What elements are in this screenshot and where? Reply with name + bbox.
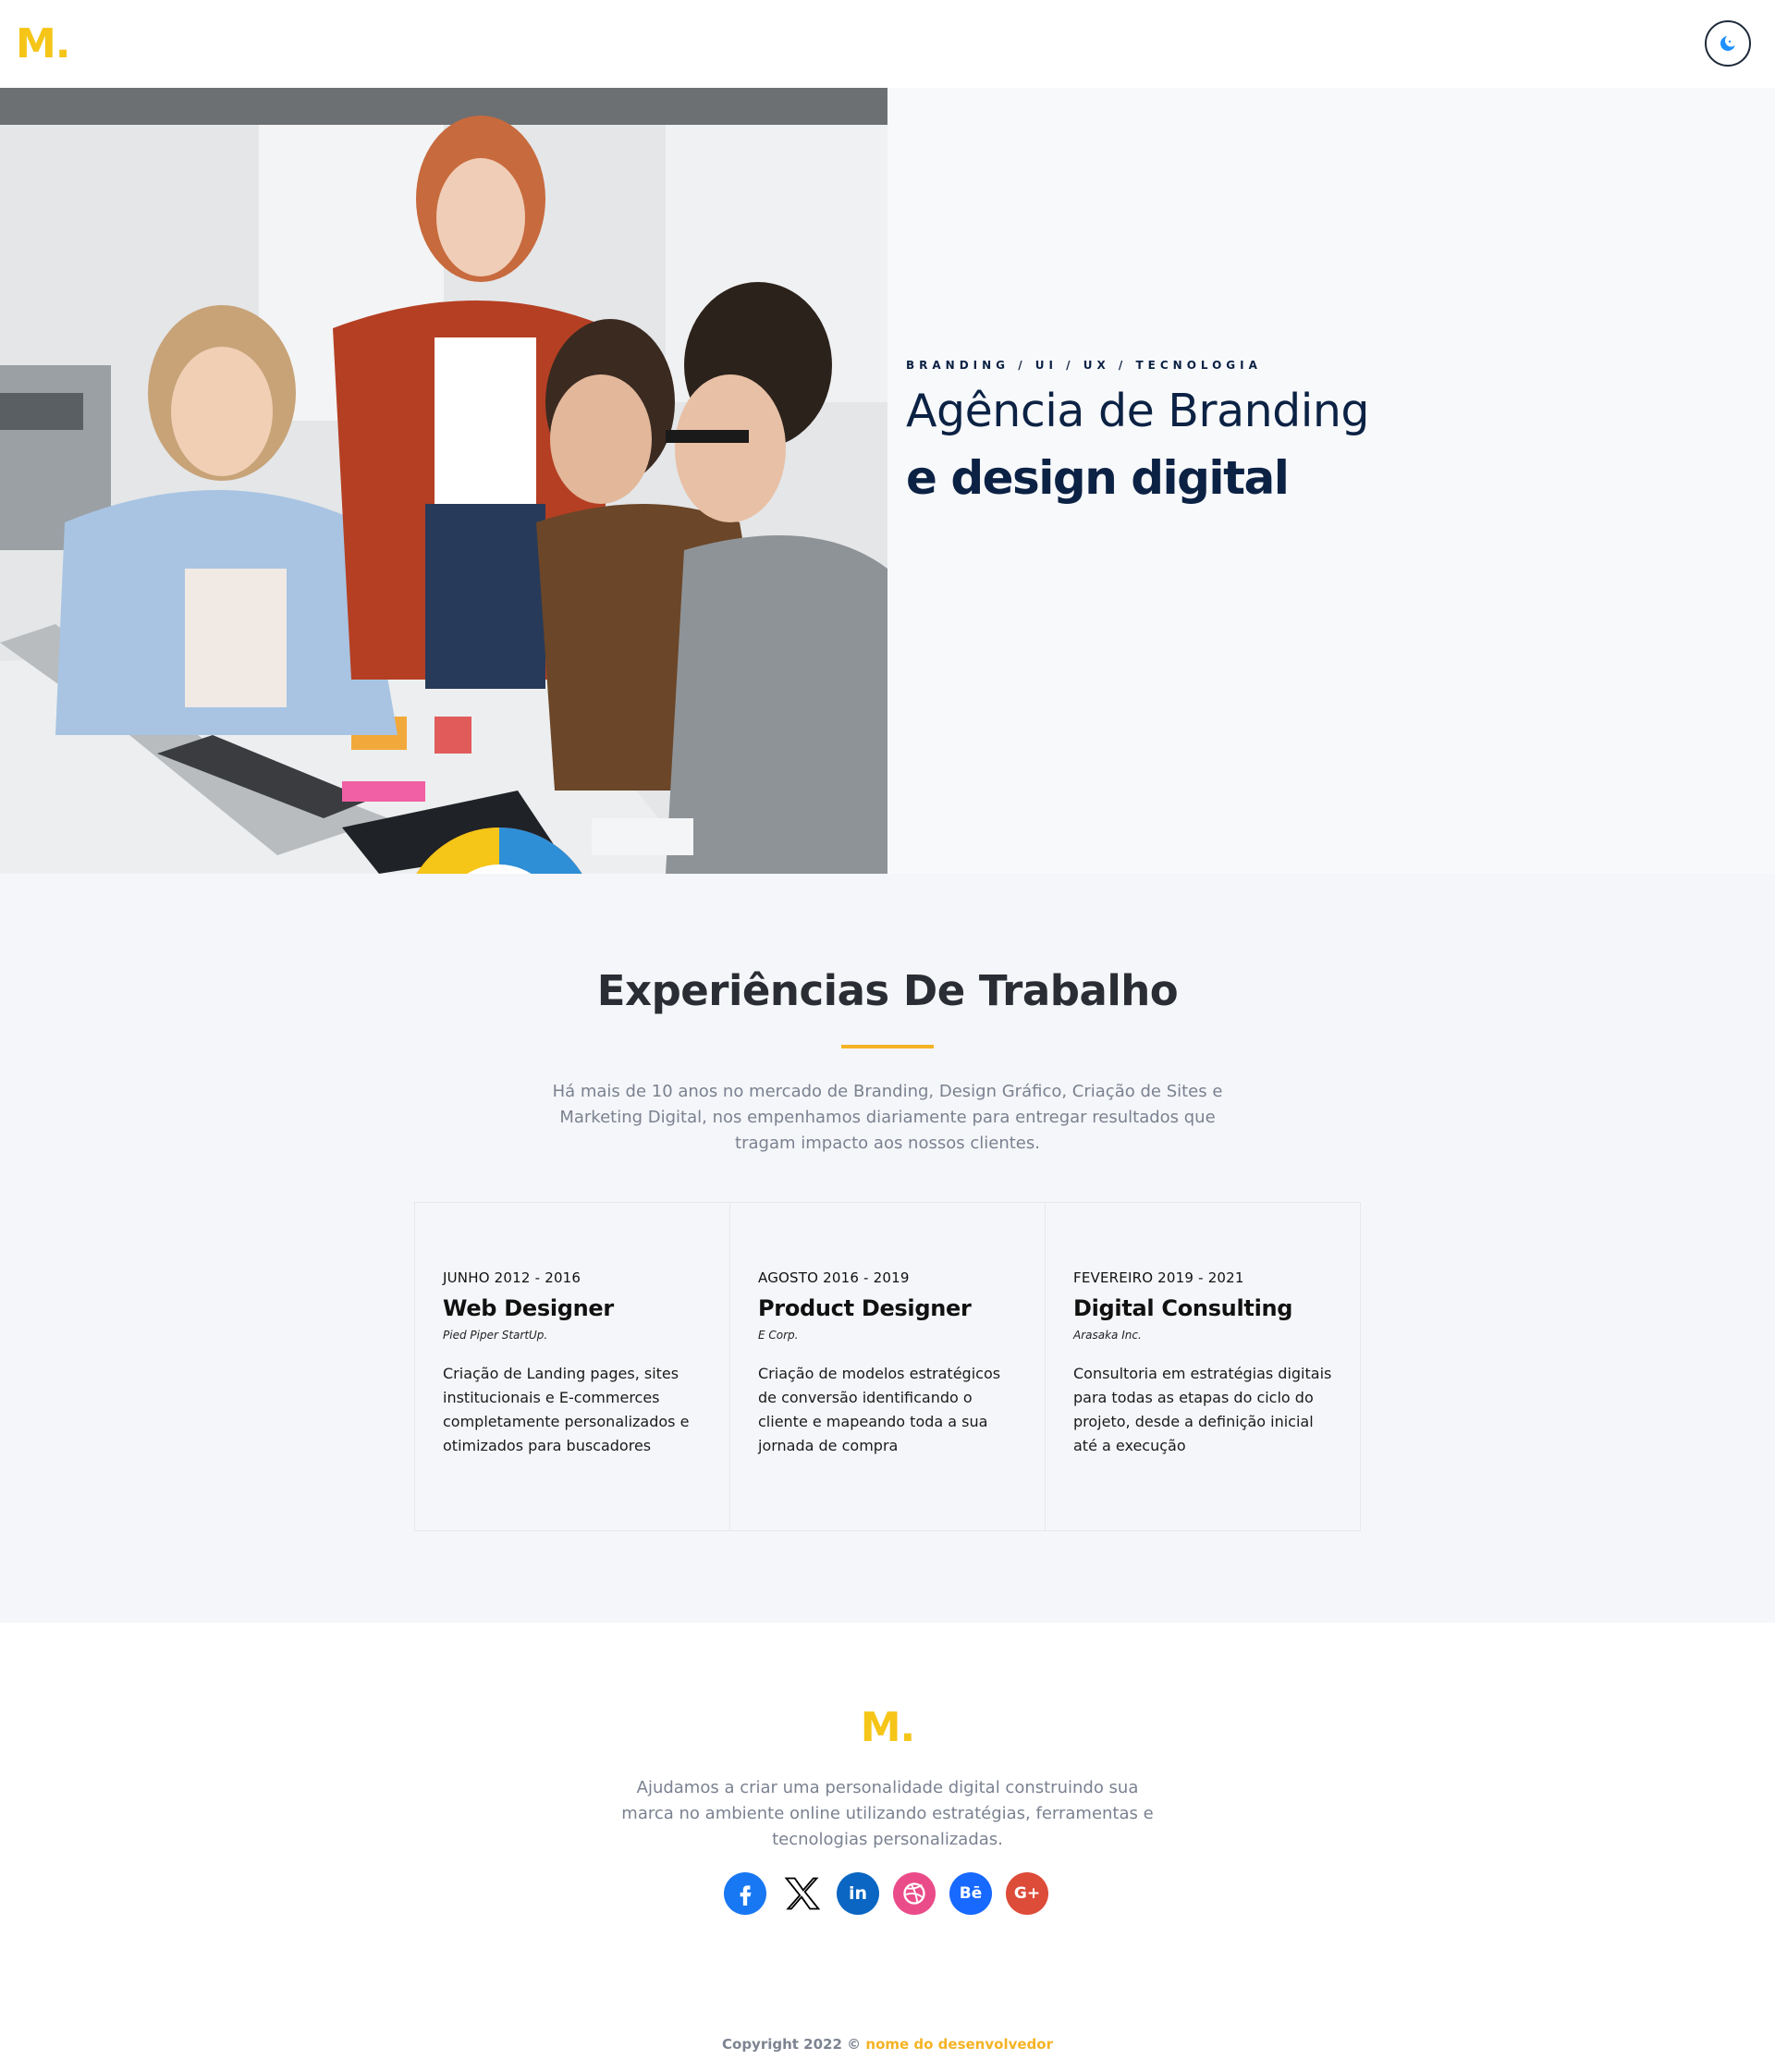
experience-section: Experiências De Trabalho Há mais de 10 a… [0,874,1775,1623]
section-description: Há mais de 10 anos no mercado de Brandin… [552,1082,1223,1153]
card-role: Product Designer [758,1295,972,1321]
hero-section: BRANDING / UI / UX / TECNOLOGIA Agência … [0,88,1775,874]
logo[interactable]: M. [16,20,70,67]
card-date: FEVEREIRO 2019 - 2021 [1073,1269,1244,1286]
hero-text: BRANDING / UI / UX / TECNOLOGIA Agência … [906,359,1461,506]
card-role: Digital Consulting [1073,1295,1293,1321]
copyright: Copyright 2022 © nome do desenvolvedor [0,2036,1775,2053]
card-date: JUNHO 2012 - 2016 [443,1269,581,1286]
experience-card: AGOSTO 2016 - 2019 Product Designer E Co… [730,1203,1046,1530]
moon-icon [1720,34,1737,51]
site-header: M. [0,0,1775,88]
hero-tags: BRANDING / UI / UX / TECNOLOGIA [906,359,1262,372]
card-company: E Corp. [758,1329,799,1342]
linkedin-label: in [848,1883,868,1904]
social-links: in Bē G+ [724,1872,1048,1915]
section-title: Experiências De Trabalho [596,966,1179,1015]
team-meeting-photo [0,88,888,874]
copyright-prefix: Copyright 2022 © [722,2036,862,2053]
experience-cards: JUNHO 2012 - 2016 Web Designer Pied Pipe… [414,1202,1361,1531]
title-underline [841,1045,934,1048]
card-text: Criação de Landing pages, sites instituc… [443,1365,690,1454]
footer-description: Ajudamos a criar uma personalidade digit… [621,1778,1154,1849]
card-text: Criação de modelos estratégicos de conve… [758,1365,1001,1454]
linkedin-icon[interactable]: in [837,1872,879,1915]
card-role: Web Designer [443,1295,614,1321]
theme-toggle-button[interactable] [1705,20,1751,67]
card-text: Consultoria em estratégias digitais para… [1073,1365,1332,1454]
card-company: Arasaka Inc. [1073,1329,1142,1342]
card-company: Pied Piper StartUp. [443,1329,548,1342]
experience-card: FEVEREIRO 2019 - 2021 Digital Consulting… [1046,1203,1360,1530]
hero-title: Agência de Branding [906,385,1370,437]
x-icon[interactable] [780,1872,823,1915]
footer-logo[interactable]: M. [0,1704,1775,1751]
facebook-icon[interactable] [724,1872,766,1915]
experience-card: JUNHO 2012 - 2016 Web Designer Pied Pipe… [415,1203,730,1530]
site-footer: M. Ajudamos a criar uma personalidade di… [0,1623,1775,2072]
google-plus-label: G+ [1013,1884,1041,1903]
developer-link[interactable]: nome do desenvolvedor [865,2036,1053,2053]
hero-subtitle: e design digital [906,450,1290,505]
dribbble-icon[interactable] [893,1872,936,1915]
google-plus-icon[interactable]: G+ [1006,1872,1048,1915]
behance-icon[interactable]: Bē [949,1872,992,1915]
behance-label: Bē [959,1884,983,1903]
card-date: AGOSTO 2016 - 2019 [758,1269,910,1286]
